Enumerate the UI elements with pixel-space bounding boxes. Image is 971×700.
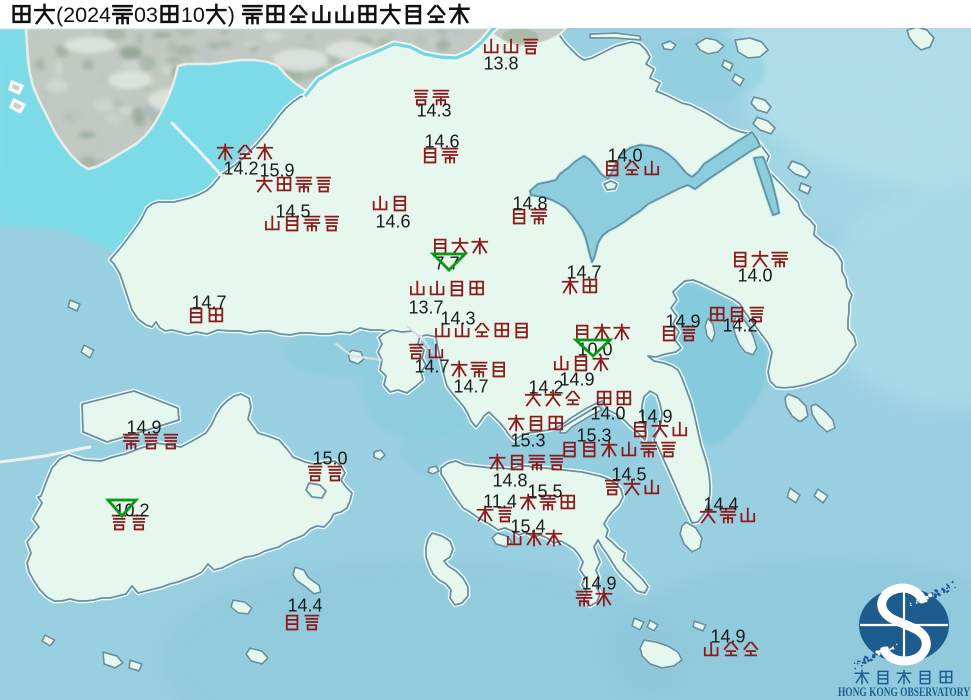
svg-text:14.8: 14.8	[512, 193, 547, 213]
svg-text:15.4: 15.4	[510, 516, 545, 536]
svg-text:11.4: 11.4	[483, 491, 517, 511]
svg-text:14.9: 14.9	[665, 311, 700, 331]
svg-text:15.5: 15.5	[527, 481, 562, 501]
svg-text:14.9: 14.9	[637, 406, 672, 426]
svg-text:10: 10	[181, 3, 205, 27]
svg-text:14.7: 14.7	[191, 292, 226, 312]
svg-text:15.0: 15.0	[312, 448, 347, 468]
svg-text:14.0: 14.0	[737, 265, 772, 285]
svg-text:14.2: 14.2	[722, 315, 757, 335]
svg-text:14.9: 14.9	[581, 573, 616, 593]
svg-text:14.3: 14.3	[440, 308, 475, 328]
svg-text:14.8: 14.8	[492, 470, 527, 490]
svg-text:14.6: 14.6	[424, 131, 459, 151]
svg-text:14.2: 14.2	[528, 377, 563, 397]
svg-text:15.3: 15.3	[576, 425, 611, 445]
svg-text:15.3: 15.3	[510, 430, 545, 450]
svg-text:14.6: 14.6	[375, 211, 410, 231]
svg-text:14.0: 14.0	[590, 403, 625, 423]
svg-text:13.7: 13.7	[408, 297, 443, 317]
svg-text:14.7: 14.7	[414, 356, 449, 376]
svg-text:14.9: 14.9	[559, 369, 594, 389]
svg-text:14.9: 14.9	[126, 417, 161, 437]
svg-text:14.3: 14.3	[416, 100, 451, 120]
svg-text:14.4: 14.4	[287, 595, 322, 615]
svg-text:(2024: (2024	[56, 3, 111, 27]
svg-text:14.2: 14.2	[223, 158, 258, 178]
svg-text:14.5: 14.5	[275, 201, 310, 221]
svg-text:14.7: 14.7	[566, 262, 601, 282]
svg-text:14.4: 14.4	[703, 494, 738, 514]
svg-text:14.0: 14.0	[607, 145, 642, 165]
svg-text:): )	[228, 3, 235, 27]
svg-text:14.9: 14.9	[710, 626, 745, 646]
svg-text:03: 03	[134, 3, 158, 27]
svg-text:HONG KONG OBSERVATORY: HONG KONG OBSERVATORY	[838, 684, 970, 699]
svg-text:13.8: 13.8	[483, 53, 518, 73]
svg-text:14.5: 14.5	[611, 464, 646, 484]
svg-text:14.7: 14.7	[453, 376, 488, 396]
